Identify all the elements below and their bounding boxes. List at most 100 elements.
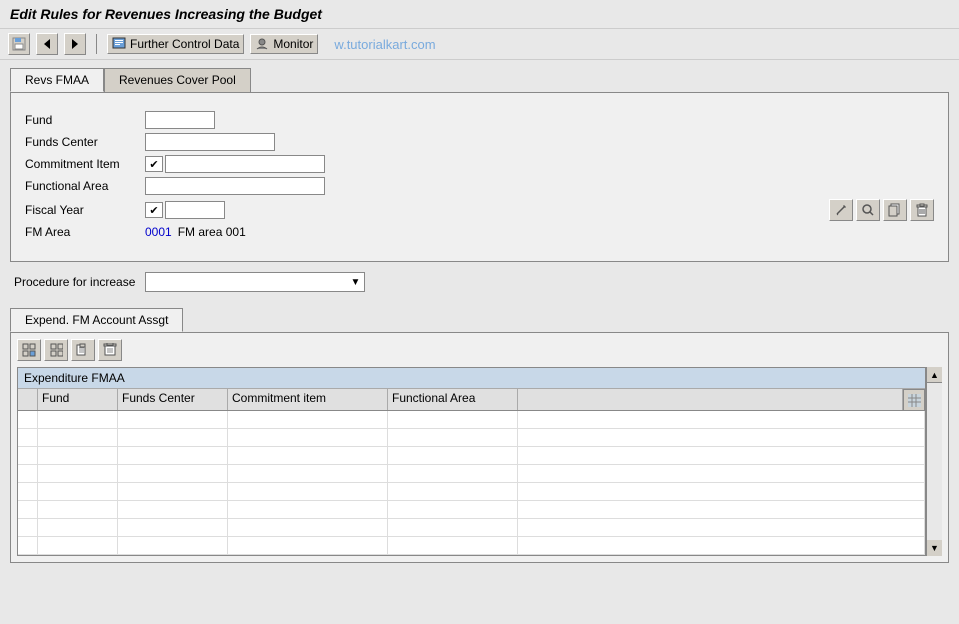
fiscal-year-checkbox[interactable]: ✔ bbox=[145, 202, 163, 218]
fm-area-value: FM area 001 bbox=[178, 225, 246, 239]
col-header-commitment: Commitment item bbox=[228, 389, 388, 410]
cell-commitment[interactable] bbox=[228, 501, 388, 518]
cell-rest bbox=[518, 411, 925, 428]
fund-input[interactable] bbox=[145, 111, 215, 129]
col-header-rest bbox=[518, 389, 903, 410]
functional-area-input[interactable] bbox=[145, 177, 325, 195]
tab-container: Revs FMAA Revenues Cover Pool Fund Funds… bbox=[10, 68, 949, 262]
cell-commitment[interactable] bbox=[228, 465, 388, 482]
cell-functional[interactable] bbox=[388, 429, 518, 446]
cell-commitment[interactable] bbox=[228, 411, 388, 428]
table-rows bbox=[18, 411, 925, 555]
cell-functional[interactable] bbox=[388, 465, 518, 482]
cell-commitment[interactable] bbox=[228, 519, 388, 536]
cell-fund[interactable] bbox=[38, 483, 118, 500]
form-section: Fund Funds Center Commitment Item ✔ bbox=[21, 103, 938, 251]
cell-num bbox=[18, 501, 38, 518]
tab-expend-fm[interactable]: Expend. FM Account Assgt bbox=[10, 308, 183, 332]
tab-revenues-cover-pool[interactable]: Revenues Cover Pool bbox=[104, 68, 251, 92]
back-icon-btn[interactable] bbox=[36, 33, 58, 55]
funds-center-input[interactable] bbox=[145, 133, 275, 151]
cell-functional[interactable] bbox=[388, 501, 518, 518]
table-row[interactable] bbox=[18, 411, 925, 429]
edit-pencil-btn[interactable] bbox=[829, 199, 853, 221]
commitment-item-label: Commitment Item bbox=[25, 157, 145, 171]
cell-commitment[interactable] bbox=[228, 537, 388, 554]
cell-fund[interactable] bbox=[38, 411, 118, 428]
cell-funds-center[interactable] bbox=[118, 465, 228, 482]
cell-fund[interactable] bbox=[38, 537, 118, 554]
procedure-select[interactable]: ▼ bbox=[145, 272, 365, 292]
forward-icon-btn[interactable] bbox=[64, 33, 86, 55]
cell-fund[interactable] bbox=[38, 465, 118, 482]
table-settings-icon[interactable] bbox=[903, 389, 925, 411]
commitment-item-input[interactable] bbox=[165, 155, 325, 173]
cell-rest bbox=[518, 429, 925, 446]
cell-fund[interactable] bbox=[38, 519, 118, 536]
further-control-data-btn[interactable]: Further Control Data bbox=[107, 34, 244, 54]
column-headers: Fund Funds Center Commitment item Functi… bbox=[18, 389, 903, 411]
save-icon-btn[interactable] bbox=[8, 33, 30, 55]
table-row[interactable] bbox=[18, 537, 925, 555]
cell-num bbox=[18, 483, 38, 500]
cell-functional[interactable] bbox=[388, 447, 518, 464]
cell-num bbox=[18, 537, 38, 554]
cell-num bbox=[18, 411, 38, 428]
table-section-title: Expenditure FMAA bbox=[18, 368, 925, 389]
cell-fund[interactable] bbox=[38, 429, 118, 446]
sub-copy-btn[interactable] bbox=[44, 339, 68, 361]
scroll-down-btn[interactable]: ▼ bbox=[927, 540, 942, 556]
further-control-data-label: Further Control Data bbox=[130, 37, 239, 51]
tabs: Revs FMAA Revenues Cover Pool bbox=[10, 68, 949, 92]
cell-commitment[interactable] bbox=[228, 447, 388, 464]
fund-row: Fund bbox=[25, 111, 934, 129]
copy-btn[interactable] bbox=[883, 199, 907, 221]
data-table: Expenditure FMAA Fund Funds Center Commi… bbox=[17, 367, 926, 556]
sub-paste-btn[interactable] bbox=[71, 339, 95, 361]
table-row[interactable] bbox=[18, 483, 925, 501]
cell-commitment[interactable] bbox=[228, 483, 388, 500]
table-row[interactable] bbox=[18, 447, 925, 465]
scroll-up-btn[interactable]: ▲ bbox=[927, 367, 942, 383]
cell-functional[interactable] bbox=[388, 411, 518, 428]
cell-num bbox=[18, 429, 38, 446]
cell-fund[interactable] bbox=[38, 501, 118, 518]
scrollbar: ▲ ▼ bbox=[926, 367, 942, 556]
cell-rest bbox=[518, 501, 925, 518]
cell-fund[interactable] bbox=[38, 447, 118, 464]
fiscal-year-input[interactable] bbox=[165, 201, 225, 219]
col-header-fund: Fund bbox=[38, 389, 118, 410]
scroll-track bbox=[927, 383, 942, 540]
watermark: w.tutorialkart.com bbox=[334, 37, 435, 52]
commitment-item-checkbox[interactable]: ✔ bbox=[145, 156, 163, 172]
cell-functional[interactable] bbox=[388, 519, 518, 536]
monitor-btn[interactable]: Monitor bbox=[250, 34, 318, 54]
tab-revs-fmaa[interactable]: Revs FMAA bbox=[10, 68, 104, 92]
table-row[interactable] bbox=[18, 429, 925, 447]
check-icon-2: ✔ bbox=[149, 204, 158, 217]
cell-funds-center[interactable] bbox=[118, 537, 228, 554]
cell-funds-center[interactable] bbox=[118, 411, 228, 428]
cell-funds-center[interactable] bbox=[118, 501, 228, 518]
table-row[interactable] bbox=[18, 519, 925, 537]
cell-funds-center[interactable] bbox=[118, 429, 228, 446]
col-header-funds-center: Funds Center bbox=[118, 389, 228, 410]
cell-funds-center[interactable] bbox=[118, 519, 228, 536]
cell-funds-center[interactable] bbox=[118, 447, 228, 464]
cell-funds-center[interactable] bbox=[118, 483, 228, 500]
match-btn[interactable] bbox=[856, 199, 880, 221]
cell-rest bbox=[518, 519, 925, 536]
cell-commitment[interactable] bbox=[228, 429, 388, 446]
dropdown-arrow-icon: ▼ bbox=[351, 277, 361, 288]
title-bar: Edit Rules for Revenues Increasing the B… bbox=[0, 0, 959, 29]
cell-functional[interactable] bbox=[388, 483, 518, 500]
sub-tabs: Expend. FM Account Assgt bbox=[10, 308, 949, 332]
cell-functional[interactable] bbox=[388, 537, 518, 554]
table-row[interactable] bbox=[18, 501, 925, 519]
sub-add-btn[interactable] bbox=[17, 339, 41, 361]
table-row[interactable] bbox=[18, 465, 925, 483]
sub-delete-btn[interactable] bbox=[98, 339, 122, 361]
sub-tab-container: Expend. FM Account Assgt bbox=[10, 308, 949, 563]
delete-btn[interactable] bbox=[910, 199, 934, 221]
sub-toolbar bbox=[17, 339, 942, 361]
